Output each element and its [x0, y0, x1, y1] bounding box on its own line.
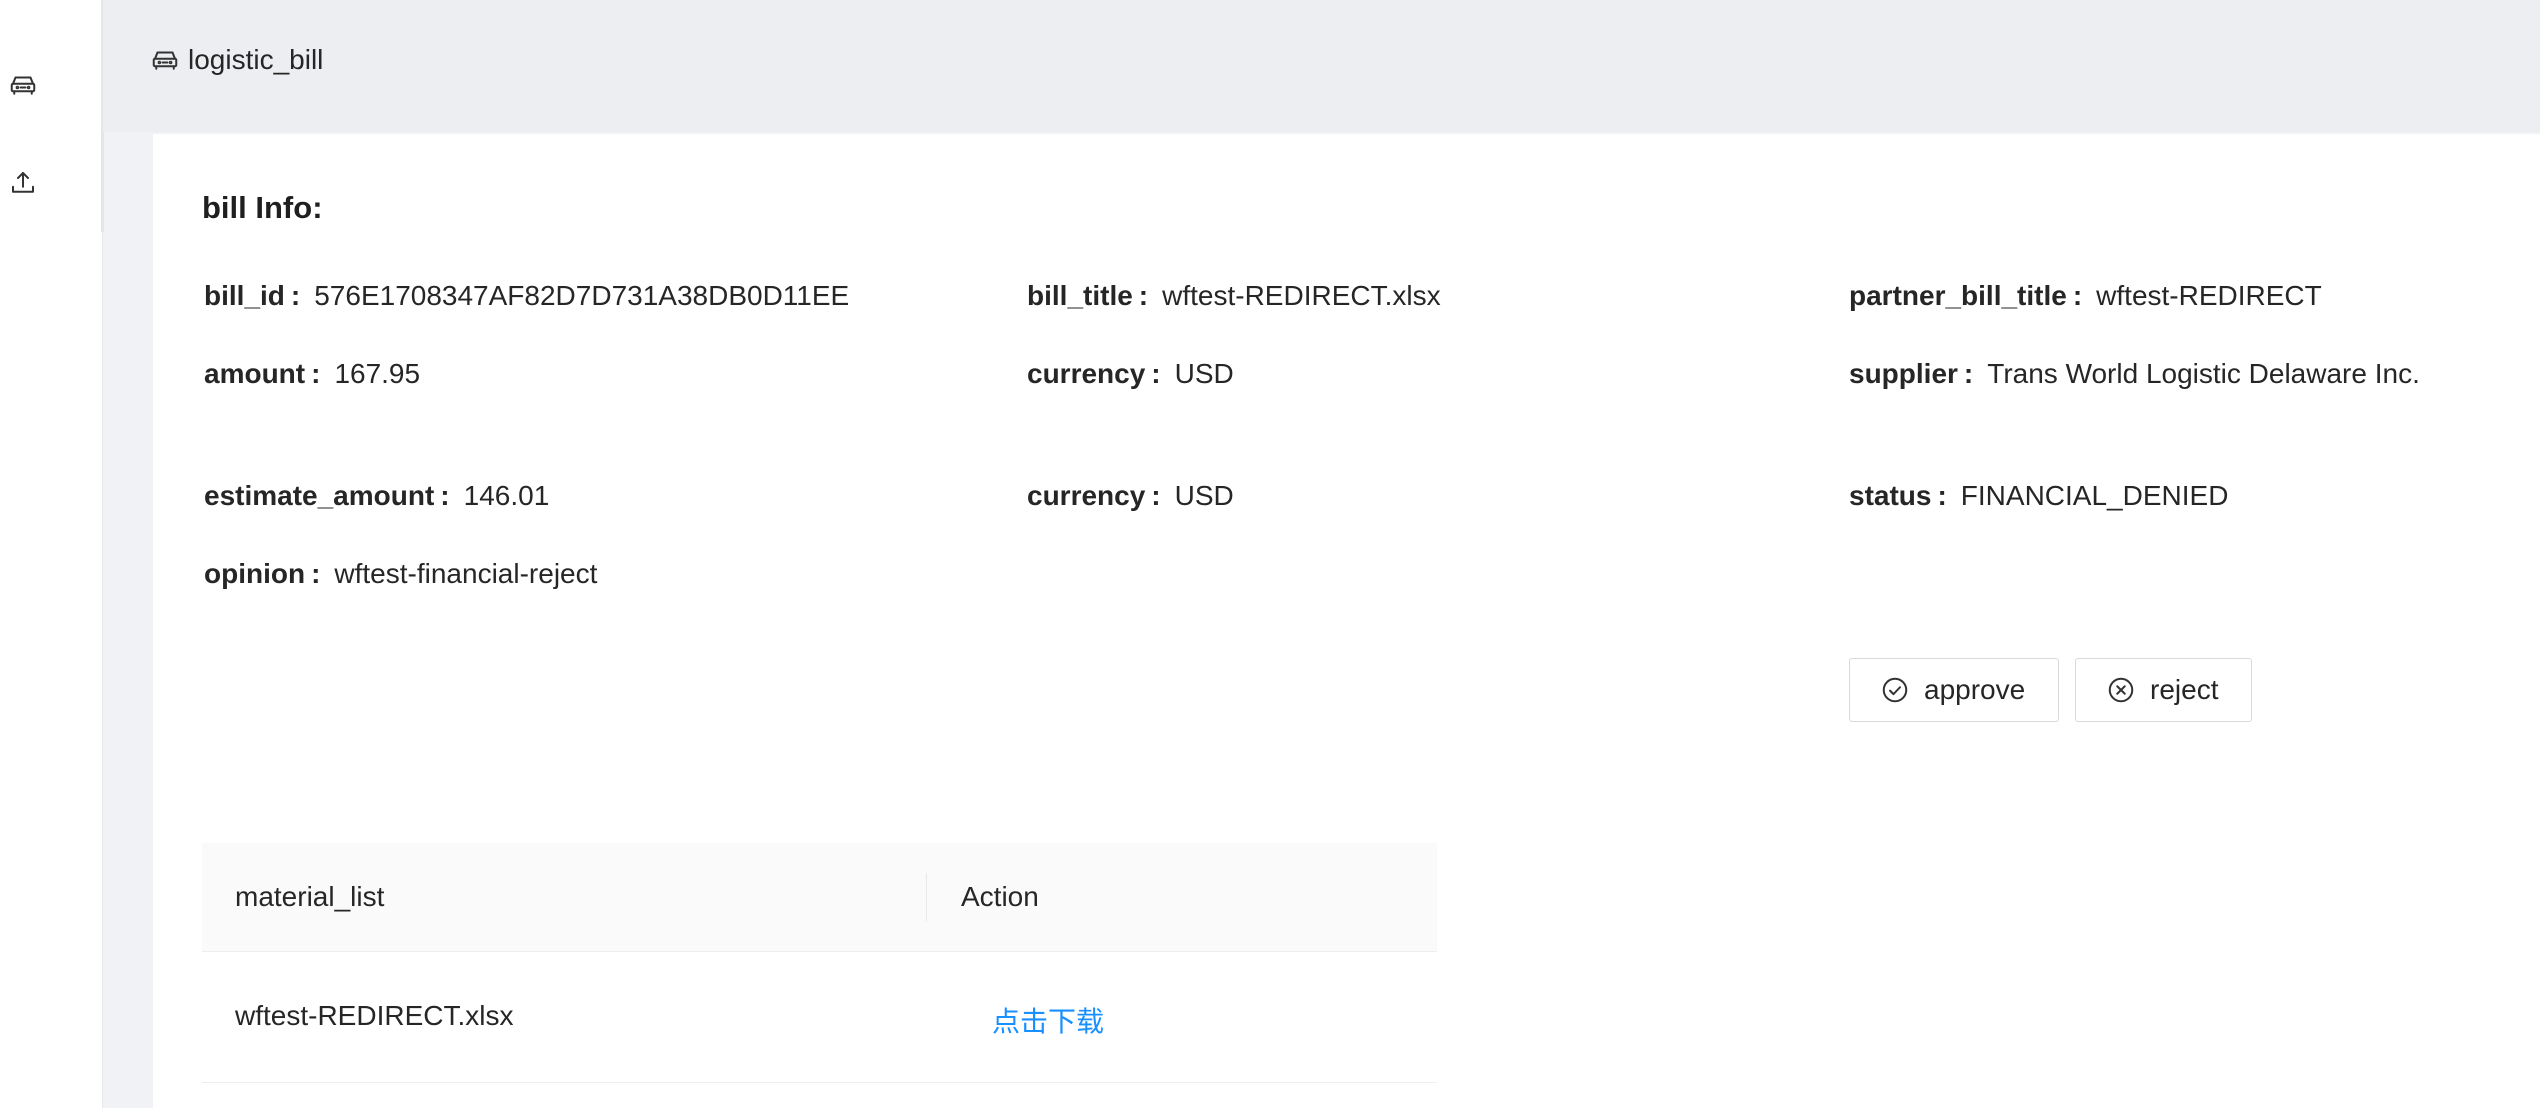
close-circle-icon: [2108, 677, 2134, 703]
field-estimate-amount: estimate_amount:146.01: [204, 480, 549, 512]
sidebar: [0, 0, 104, 1108]
field-value: wftest-REDIRECT.xlsx: [1162, 280, 1441, 311]
field-amount: amount:167.95: [204, 358, 420, 390]
status-value: FINANCIAL_DENIED: [1960, 480, 2229, 511]
approve-button[interactable]: approve: [1849, 658, 2059, 722]
field-label: currency: [1027, 480, 1146, 511]
breadcrumb-label: logistic_bill: [188, 44, 324, 75]
field-currency: currency: USD: [1027, 358, 1234, 390]
table-row: wftest-REDIRECT.xlsx 点击下载: [202, 952, 1437, 1083]
table-header: material_list Action: [202, 843, 1437, 952]
field-supplier: supplier: Trans World Logistic Delaware I…: [1849, 358, 2420, 390]
field-value: 146.01: [463, 480, 550, 511]
field-value: USD: [1174, 480, 1234, 511]
field-colon: :: [1963, 358, 1974, 389]
sidebar-item-upload[interactable]: [0, 160, 46, 206]
field-colon: :: [290, 280, 301, 311]
field-value: 167.95: [334, 358, 421, 389]
download-link[interactable]: 点击下载: [992, 1000, 1104, 1040]
field-bill-title: bill_title: wftest-REDIRECT.xlsx: [1027, 280, 1441, 312]
field-colon: :: [1937, 480, 1947, 511]
reject-label: reject: [2150, 674, 2219, 705]
field-colon: :: [311, 358, 321, 389]
upload-icon: [12, 172, 34, 193]
field-value: Trans World Logistic Delaware Inc.: [1987, 358, 2420, 389]
field-label: bill_id: [204, 280, 285, 311]
field-label: currency: [1027, 358, 1146, 389]
material-file-name: wftest-REDIRECT.xlsx: [235, 1000, 514, 1031]
column-header-action: Action: [961, 881, 1039, 912]
field-label: opinion: [204, 558, 306, 589]
field-label: status: [1849, 480, 1932, 511]
column-divider: [926, 873, 927, 921]
field-label: estimate_amount: [204, 480, 435, 511]
field-colon: :: [1151, 358, 1161, 389]
field-colon: :: [2072, 280, 2083, 311]
field-status: status: FINANCIAL_DENIED: [1849, 480, 2228, 512]
field-value: wftest-REDIRECT: [2096, 280, 2322, 311]
sidebar-item-logistic-bill[interactable]: [0, 62, 46, 108]
column-header-material-list: material_list: [235, 881, 385, 912]
approve-label: approve: [1924, 674, 2026, 705]
page-header: logistic_bill: [103, 0, 2540, 132]
section-title: bill Info:: [202, 190, 323, 225]
field-value: wftest-financial-reject: [334, 558, 598, 589]
field-colon: :: [1138, 280, 1149, 311]
field-label: bill_title: [1027, 280, 1133, 311]
field-value: USD: [1174, 358, 1234, 389]
reject-button[interactable]: reject: [2075, 658, 2252, 722]
field-opinion: opinion: wftest-financial-reject: [204, 558, 597, 590]
material-table: material_list Action wftest-REDIRECT.xls…: [202, 843, 1437, 1083]
field-label: amount: [204, 358, 306, 389]
breadcrumb: logistic_bill: [150, 44, 323, 76]
car-icon: [10, 76, 36, 95]
field-colon: :: [311, 558, 321, 589]
field-estimate-currency: currency: USD: [1027, 480, 1234, 512]
field-partner-bill-title: partner_bill_title: wftest-REDIRECT: [1849, 280, 2322, 312]
check-circle-icon: [1882, 677, 1908, 703]
field-colon: :: [1151, 480, 1161, 511]
car-icon: [152, 51, 178, 70]
field-bill-id: bill_id:576E1708347AF82D7D731A38DB0D11EE: [204, 280, 849, 312]
bill-info-card: bill Info: bill_id:576E1708347AF82D7D731…: [153, 134, 2540, 1108]
field-label: partner_bill_title: [1849, 280, 2067, 311]
field-colon: :: [440, 480, 450, 511]
field-label: supplier: [1849, 358, 1958, 389]
field-value: 576E1708347AF82D7D731A38DB0D11EE: [314, 280, 850, 311]
